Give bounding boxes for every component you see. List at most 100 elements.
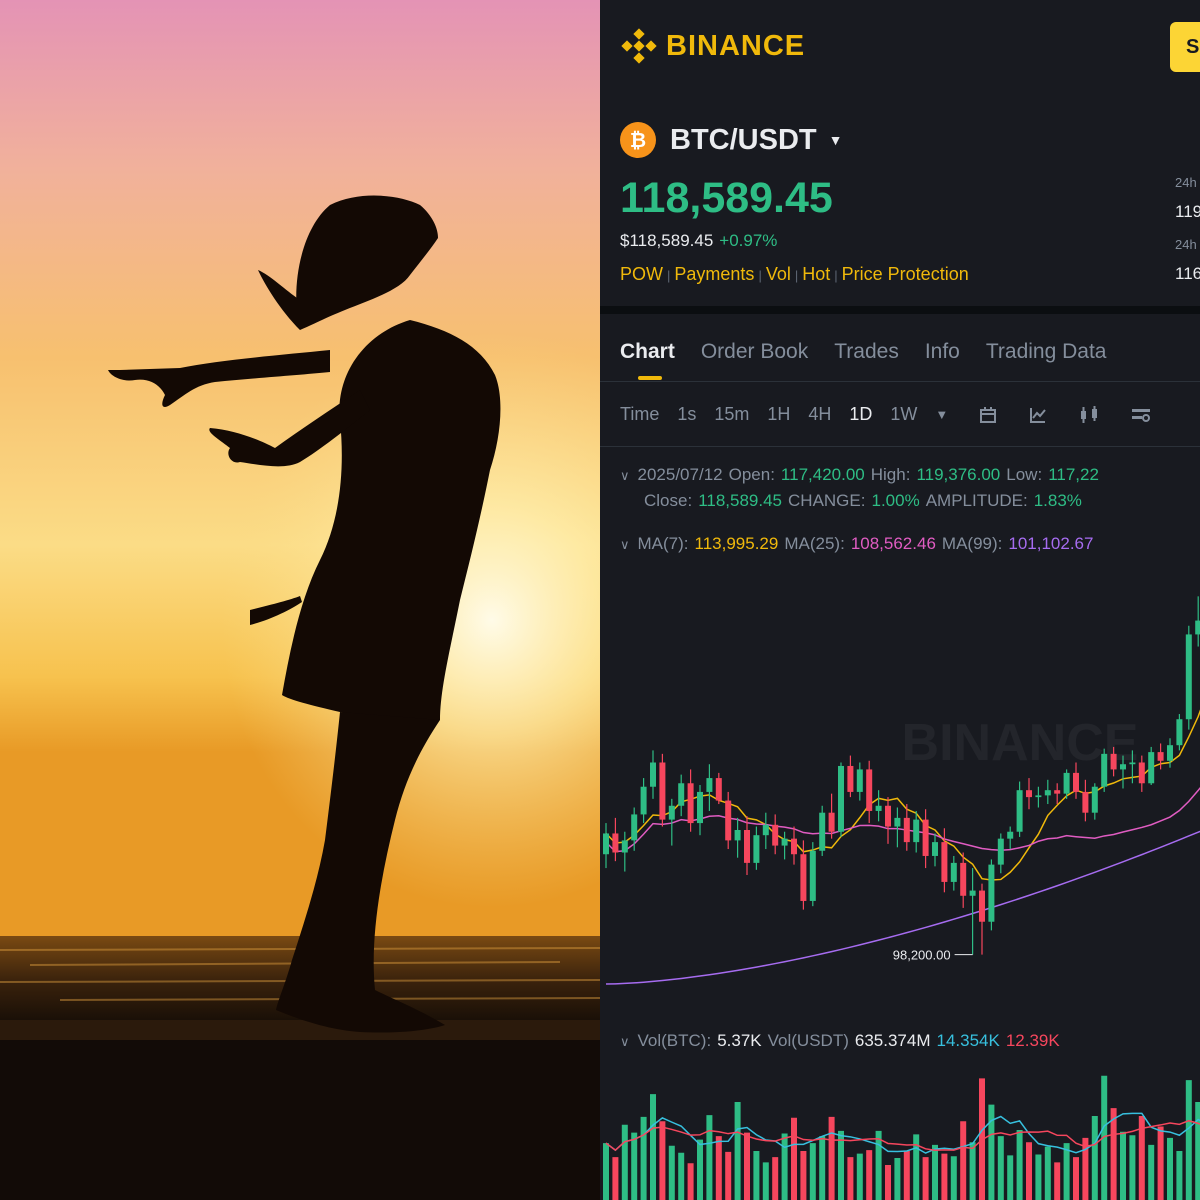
ma7-label: MA(7): — [637, 534, 689, 553]
collapse-chevron-icon[interactable]: ∨ — [620, 537, 630, 552]
volume-bar — [875, 1130, 882, 1200]
settings-icon[interactable] — [1130, 405, 1152, 425]
candle-body — [809, 850, 816, 901]
ohlc-date: 2025/07/12 — [637, 465, 723, 484]
main-tabs: Chart Order Book Trades Info Trading Dat… — [620, 340, 1132, 380]
binance-logo[interactable]: BINANCE — [620, 24, 805, 68]
pair-name: BTC/USDT — [670, 123, 817, 156]
low-value: 117,22 — [1048, 465, 1099, 484]
tag-separator: | — [794, 268, 799, 283]
candle-body — [800, 854, 807, 901]
volume-bar — [809, 1143, 816, 1200]
candle-body — [1176, 719, 1183, 746]
collapse-chevron-icon[interactable]: ∨ — [620, 468, 630, 483]
svg-text:₿: ₿ — [630, 130, 646, 152]
volume-bar — [659, 1121, 666, 1200]
volume-chart[interactable] — [600, 1060, 1200, 1200]
candle-body — [988, 864, 995, 922]
stat-value-low: 116 — [1175, 264, 1200, 283]
volume-bar — [612, 1157, 619, 1200]
candle-body — [1091, 786, 1098, 813]
tag-price-protection[interactable]: Price Protection — [842, 264, 969, 284]
timeframe-time[interactable]: Time — [620, 404, 659, 425]
timeframe-15m[interactable]: 15m — [714, 404, 749, 425]
change-label: CHANGE: — [788, 491, 866, 510]
candle-body — [847, 765, 854, 792]
candle-body — [650, 762, 656, 787]
candle-body — [979, 890, 985, 922]
tag-pow[interactable]: POW — [620, 264, 663, 284]
volume-bar — [1044, 1146, 1051, 1200]
timeframe-1s[interactable]: 1s — [677, 404, 696, 425]
candle-body — [621, 840, 628, 853]
ma25-value: 108,562.46 — [850, 534, 936, 553]
tag-hot[interactable]: Hot — [802, 264, 830, 284]
volume-bar — [922, 1157, 929, 1200]
stat-label-high: 24h — [1175, 175, 1197, 190]
ma99-value: 101,102.67 — [1008, 534, 1094, 553]
tab-info[interactable]: Info — [925, 340, 960, 364]
volume-bar — [903, 1151, 910, 1200]
volume-bar — [950, 1156, 957, 1200]
ma99-label: MA(99): — [941, 534, 1003, 553]
candle-body — [885, 805, 891, 827]
volume-bar — [960, 1121, 967, 1200]
volume-bar — [697, 1139, 703, 1200]
candle-body — [725, 800, 732, 841]
candle-body — [1007, 831, 1014, 839]
price-chart[interactable]: BINANCE98,200.00119,376.00 — [600, 560, 1200, 1010]
tab-underline-divider — [600, 381, 1200, 382]
candle-body — [659, 762, 666, 820]
indicator-icon[interactable] — [1028, 405, 1048, 425]
candle-body — [1138, 762, 1145, 784]
candle-type-icon[interactable] — [1078, 405, 1102, 425]
timeframe-4h[interactable]: 4H — [808, 404, 831, 425]
tag-vol[interactable]: Vol — [766, 264, 791, 284]
volume-bar — [1026, 1142, 1032, 1200]
candle-body — [1185, 634, 1192, 720]
timeframe-1h[interactable]: 1H — [767, 404, 790, 425]
candle-body — [734, 830, 741, 841]
volume-bar — [1054, 1162, 1061, 1200]
volume-bar — [687, 1163, 694, 1200]
timeframe-1d[interactable]: 1D — [849, 404, 872, 425]
volume-bar — [791, 1117, 797, 1200]
candle-body — [697, 791, 703, 824]
candle-body — [866, 769, 873, 811]
candle-body — [1044, 790, 1051, 796]
tab-trades[interactable]: Trades — [834, 340, 899, 364]
open-label: Open: — [728, 465, 775, 484]
candle-body — [612, 833, 619, 853]
volume-bar — [1120, 1131, 1126, 1200]
tag-payments[interactable]: Payments — [674, 264, 754, 284]
usd-price: $118,589.45 — [620, 231, 714, 250]
vol-ma-b-value: 12.39K — [1005, 1031, 1060, 1050]
pair-selector[interactable]: ₿ BTC/USDT ▼ — [620, 122, 842, 158]
candle-body — [1101, 753, 1108, 787]
volume-bar — [668, 1145, 675, 1200]
volume-bar — [1195, 1102, 1200, 1200]
tab-chart[interactable]: Chart — [620, 340, 675, 380]
candle-body — [941, 842, 948, 882]
stat-value-high: 119 — [1175, 202, 1200, 221]
timeframe-1w[interactable]: 1W — [890, 404, 917, 425]
volume-bar — [1016, 1130, 1023, 1200]
ma-row: ∨ MA(7): 113,995.29 MA(25): 108,562.46 MA(99)… — [620, 534, 1099, 554]
candle-body — [1016, 790, 1023, 832]
more-timeframes-icon[interactable]: ▼ — [935, 407, 948, 422]
volume-bar — [744, 1132, 750, 1200]
calendar-icon[interactable] — [978, 405, 998, 425]
collapse-chevron-icon[interactable]: ∨ — [620, 1034, 630, 1049]
candle-body — [1120, 764, 1126, 770]
volume-bar — [828, 1116, 835, 1200]
tab-trading-data[interactable]: Trading Data — [986, 340, 1107, 364]
ma25-line — [605, 786, 1200, 853]
candle-body — [819, 812, 826, 851]
vol-usdt-value: 635.374M — [854, 1031, 931, 1050]
candle-body — [1073, 772, 1079, 792]
candle-body — [1157, 752, 1164, 761]
candle-body — [744, 830, 750, 863]
candle-body — [1195, 620, 1200, 635]
signup-button[interactable]: Si — [1170, 22, 1200, 72]
tab-order-book[interactable]: Order Book — [701, 340, 808, 364]
